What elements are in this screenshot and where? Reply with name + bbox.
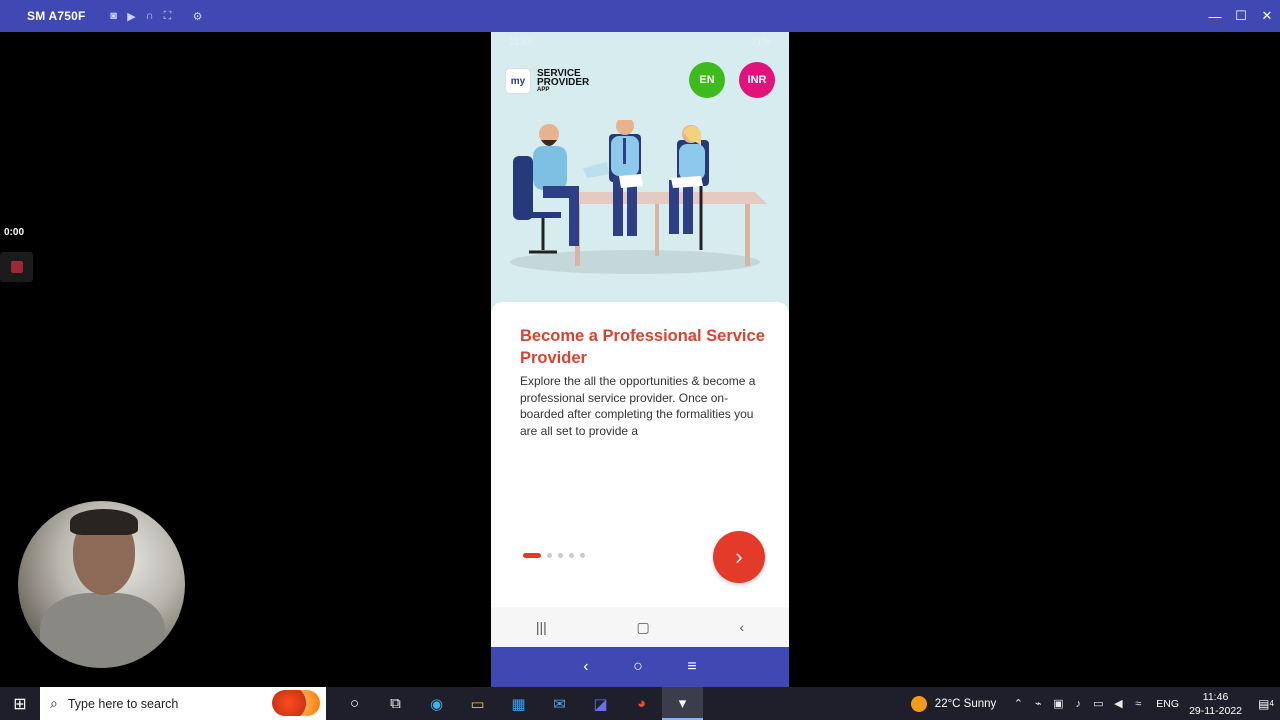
android-nav-bar: ||| ▢ ‹ (491, 607, 789, 647)
gear-icon[interactable]: ⚙ (192, 10, 204, 23)
taskbar-search[interactable]: ⌕ Type here to search (40, 687, 326, 720)
stop-recording-button[interactable] (0, 252, 33, 282)
device-name: SM A750F (27, 9, 86, 23)
status-battery: 71% (750, 37, 771, 48)
mirror-window-titlebar: SM A750F ◙ ▶ ∩ ⛶ ⚙ — ☐ ✕ (0, 0, 1280, 32)
camera-icon[interactable]: ◙ (108, 10, 120, 22)
file-explorer-icon[interactable]: ▭ (457, 687, 498, 720)
toolbar: ◙ ▶ ∩ ⛶ ⚙ (108, 10, 204, 23)
microphone-icon[interactable]: ♪ (1068, 698, 1088, 710)
sun-icon (910, 695, 927, 712)
home-icon[interactable]: ▢ (637, 619, 650, 636)
search-highlight-image (272, 690, 320, 716)
chrome-icon[interactable]: ◕ (621, 687, 662, 720)
editor-app-icon[interactable]: ◪ (580, 687, 621, 720)
webcam-person-hair (70, 509, 138, 535)
search-placeholder: Type here to search (67, 696, 179, 711)
recents-icon[interactable]: ||| (536, 619, 547, 635)
language-button[interactable]: EN (689, 62, 725, 98)
maximize-button[interactable]: ☐ (1234, 8, 1248, 24)
input-language[interactable]: ENG (1156, 698, 1179, 710)
status-time: 11:46 (509, 37, 534, 48)
start-button[interactable]: ⊞ (0, 687, 40, 720)
chevron-right-icon: › (735, 544, 743, 569)
headset-icon[interactable]: ∩ (144, 10, 156, 22)
webcam-person-body (40, 593, 165, 668)
next-button[interactable]: › (713, 531, 765, 583)
search-icon: ⌕ (50, 695, 58, 711)
weather-text: 22°C Sunny (934, 697, 997, 710)
onboarding-title: Become a Professional Service Provider (520, 327, 765, 367)
clock-date: 29-11-2022 (1189, 704, 1242, 717)
pager-dots (523, 553, 585, 558)
notification-count: 4 (1269, 699, 1274, 708)
battery-icon[interactable]: ▭ (1088, 697, 1108, 710)
logo-line3: APP (537, 86, 550, 93)
meet-icon[interactable]: ▣ (1048, 697, 1068, 710)
currency-button[interactable]: INR (739, 62, 775, 98)
logo-badge: my (505, 68, 531, 94)
mirror-control-bar: ‹ ○ ≡ (491, 647, 789, 687)
chevron-up-icon[interactable]: ⌃ (1008, 697, 1028, 710)
windows-taskbar: ⊞ ⌕ Type here to search ○ ⧉ ◉ ▭ ▦ ✉ ◪ ◕ … (0, 687, 1280, 720)
recording-timer: 0:00 (4, 227, 25, 238)
meeting-illustration (510, 120, 767, 274)
mail-icon[interactable]: ✉ (539, 687, 580, 720)
mirror-menu-icon[interactable]: ≡ (687, 658, 696, 676)
taskbar-clock[interactable]: 11:46 29-11-2022 (1189, 690, 1242, 718)
notification-center-button[interactable]: ▤ 4 (1252, 687, 1280, 720)
system-tray: 22°C Sunny ⌃ ⌁ ▣ ♪ ▭ ◀ ≈ ENG 11:46 29-11… (910, 687, 1280, 720)
video-icon[interactable]: ▶ (126, 10, 138, 23)
mirror-home-icon[interactable]: ○ (633, 658, 643, 676)
logo-line2: PROVIDER (537, 76, 590, 88)
fullscreen-icon[interactable]: ⛶ (162, 10, 174, 23)
edge-icon[interactable]: ◉ (416, 687, 457, 720)
phone-screen: 11:46 71% my SERVICE PROVIDER APP EN INR (491, 32, 789, 687)
webcam-overlay (18, 501, 185, 668)
pager-dot[interactable] (580, 553, 585, 558)
cortana-icon[interactable]: ○ (334, 687, 375, 720)
pager-dot-active[interactable] (523, 553, 541, 558)
minimize-button[interactable]: — (1208, 9, 1222, 24)
pager-dot[interactable] (547, 553, 552, 558)
onboarding-description: Explore the all the opportunities & beco… (520, 374, 756, 438)
store-icon[interactable]: ▦ (498, 687, 539, 720)
phone-status-bar: 11:46 71% (491, 32, 789, 54)
window-controls: — ☐ ✕ (1208, 0, 1274, 32)
app-logo: my SERVICE PROVIDER APP (505, 68, 589, 94)
screen-mirror-app-icon[interactable]: ▾ (662, 687, 703, 720)
clock-time: 11:46 (1202, 690, 1229, 703)
pager-dot[interactable] (558, 553, 563, 558)
back-icon[interactable]: ‹ (739, 619, 744, 635)
notification-icon: ▤ (1258, 696, 1270, 711)
weather-widget[interactable]: 22°C Sunny (910, 695, 997, 712)
network-off-icon[interactable]: ⌁ (1028, 697, 1048, 710)
close-button[interactable]: ✕ (1260, 8, 1274, 24)
mirror-back-icon[interactable]: ‹ (583, 658, 588, 676)
logo-text: SERVICE PROVIDER APP (537, 68, 590, 94)
task-view-icon[interactable]: ⧉ (375, 687, 416, 720)
wifi-icon[interactable]: ≈ (1128, 698, 1148, 710)
volume-icon[interactable]: ◀ (1108, 697, 1128, 710)
taskbar-apps: ○ ⧉ ◉ ▭ ▦ ✉ ◪ ◕ ▾ (334, 687, 703, 720)
pager-dot[interactable] (569, 553, 574, 558)
stop-icon (11, 261, 23, 273)
